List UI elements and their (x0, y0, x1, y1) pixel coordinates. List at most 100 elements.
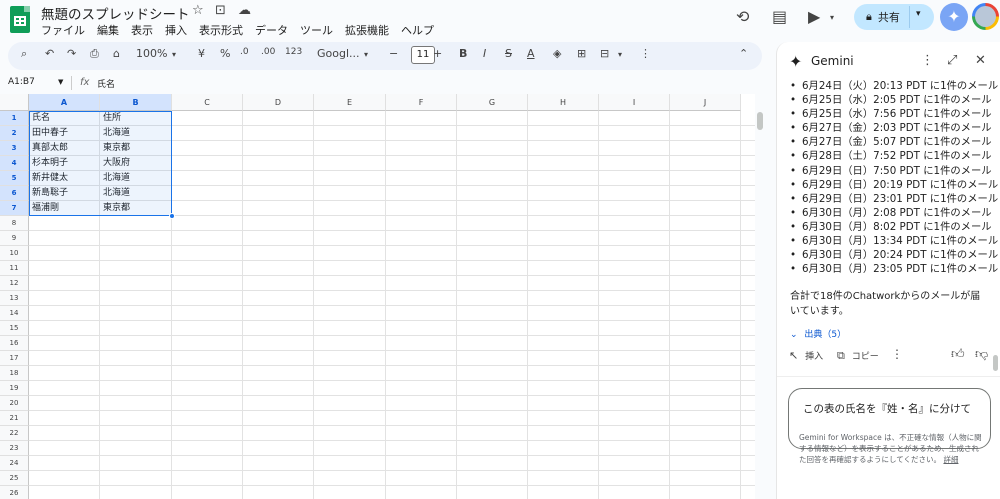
name-box-dropdown-icon[interactable]: ▼ (58, 78, 63, 86)
row-header[interactable]: 17 (0, 351, 29, 366)
search-menus-icon[interactable]: ⌕ (21, 47, 27, 61)
gemini-scrollbar[interactable] (993, 355, 998, 371)
row-header[interactable]: 23 (0, 441, 29, 456)
borders-icon[interactable]: ⊞ (577, 47, 586, 60)
number-format-button[interactable]: 123 (285, 47, 302, 57)
row-header[interactable]: 21 (0, 411, 29, 426)
share-button[interactable]: 🔒︎ 共有 (854, 4, 934, 30)
meet-dropdown-icon[interactable]: ▾ (830, 13, 834, 22)
row-header[interactable]: 10 (0, 246, 29, 261)
row-header[interactable]: 3 (0, 141, 29, 156)
document-title[interactable]: 無題のスプレッドシート (41, 3, 190, 23)
copy-button[interactable]: ⧉ コピー (837, 349, 879, 363)
row-header[interactable]: 12 (0, 276, 29, 291)
row-header[interactable]: 14 (0, 306, 29, 321)
cloud-status-icon[interactable]: ☁ (238, 3, 251, 18)
font-family-select[interactable]: Googl... (317, 47, 360, 60)
font-dropdown-icon[interactable]: ▾ (364, 50, 368, 59)
decrease-decimal-button[interactable]: .0 (240, 47, 249, 57)
close-icon[interactable]: ✕ (975, 53, 986, 68)
column-header[interactable]: J (670, 94, 741, 111)
row-header[interactable]: 20 (0, 396, 29, 411)
row-header[interactable]: 4 (0, 156, 29, 171)
row-header[interactable]: 9 (0, 231, 29, 246)
collapse-toolbar-icon[interactable]: ⌃ (739, 47, 748, 60)
sheets-logo-icon[interactable] (10, 6, 30, 33)
row-header[interactable]: 6 (0, 186, 29, 201)
expand-icon[interactable]: ⤢ (947, 53, 957, 68)
strikethrough-button[interactable]: S (505, 47, 512, 60)
disclaimer-link[interactable]: 詳細 (943, 455, 958, 464)
row-header[interactable]: 8 (0, 216, 29, 231)
row-header[interactable]: 11 (0, 261, 29, 276)
meet-icon[interactable]: ▶ (808, 7, 820, 26)
menu-item[interactable]: 拡張機能 (345, 22, 395, 38)
row-header[interactable]: 15 (0, 321, 29, 336)
italic-button[interactable]: I (483, 47, 486, 60)
row-header[interactable]: 7 (0, 201, 29, 216)
font-size-input[interactable]: 11 (411, 46, 435, 64)
row-header[interactable]: 19 (0, 381, 29, 396)
row-header[interactable]: 22 (0, 426, 29, 441)
sheet-vertical-scrollbar[interactable] (757, 112, 763, 130)
menu-item[interactable]: ヘルプ (401, 22, 440, 38)
undo-icon[interactable]: ↶ (45, 47, 54, 60)
row-header[interactable]: 26 (0, 486, 29, 499)
column-header[interactable]: G (457, 94, 528, 111)
comments-icon[interactable]: ▤ (772, 7, 787, 26)
thumbs-down-icon[interactable]: 👎︎ (975, 347, 988, 362)
row-header[interactable]: 25 (0, 471, 29, 486)
column-header[interactable]: D (243, 94, 314, 111)
zoom-select[interactable]: 100% (136, 47, 167, 60)
column-header[interactable]: A (29, 94, 100, 111)
sources-toggle[interactable]: ⌄ 出典（5） (790, 327, 846, 340)
row-header[interactable]: 5 (0, 171, 29, 186)
star-icon[interactable]: ☆ (192, 3, 204, 18)
panel-more-icon[interactable]: ⋮ (921, 53, 934, 68)
menu-item[interactable]: ツール (300, 22, 339, 38)
increase-font-size-button[interactable]: + (433, 47, 442, 60)
move-folder-icon[interactable]: ⊡ (215, 3, 226, 18)
menu-item[interactable]: 表示 (131, 22, 159, 38)
fill-color-icon[interactable]: ◈ (553, 47, 561, 60)
name-box[interactable]: A1:B7 (8, 77, 35, 87)
menu-item[interactable]: 挿入 (165, 22, 193, 38)
column-header[interactable]: F (386, 94, 457, 111)
avatar[interactable] (972, 3, 999, 30)
currency-format-button[interactable]: ¥ (198, 47, 205, 60)
insert-button[interactable]: ↖ 挿入 (789, 349, 823, 362)
redo-icon[interactable]: ↷ (67, 47, 76, 60)
more-options-icon[interactable]: ⋮ (640, 47, 651, 60)
column-header[interactable]: I (599, 94, 670, 111)
row-header[interactable]: 13 (0, 291, 29, 306)
formula-input[interactable]: 氏名 (97, 77, 115, 90)
column-header[interactable]: C (172, 94, 243, 111)
print-icon[interactable]: ⎙ (90, 47, 99, 61)
paint-format-icon[interactable]: ⌂ (113, 47, 120, 60)
share-dropdown-icon[interactable]: ▾ (916, 9, 921, 19)
column-header[interactable]: B (100, 94, 172, 111)
menu-item[interactable]: 表示形式 (199, 22, 249, 38)
zoom-dropdown-icon[interactable]: ▾ (172, 50, 176, 59)
row-header[interactable]: 18 (0, 366, 29, 381)
merge-dropdown-icon[interactable]: ▾ (618, 50, 622, 59)
menu-item[interactable]: ファイル (41, 22, 91, 38)
row-header[interactable]: 2 (0, 126, 29, 141)
history-icon[interactable]: ⟲ (736, 7, 749, 26)
column-header[interactable]: H (528, 94, 599, 111)
row-header[interactable]: 1 (0, 111, 29, 126)
text-color-button[interactable]: A (527, 47, 535, 60)
bold-button[interactable]: B (459, 47, 467, 60)
column-header[interactable]: E (314, 94, 386, 111)
gemini-button[interactable]: ✦ (940, 3, 968, 31)
select-all-corner[interactable] (0, 94, 29, 111)
row-header[interactable]: 24 (0, 456, 29, 471)
response-more-icon[interactable]: ⋮ (891, 347, 903, 361)
decrease-font-size-button[interactable]: − (389, 47, 398, 60)
menu-item[interactable]: データ (255, 22, 294, 38)
menu-item[interactable]: 編集 (97, 22, 125, 38)
merge-cells-icon[interactable]: ⊟ (600, 47, 609, 60)
row-header[interactable]: 16 (0, 336, 29, 351)
sheet-grid[interactable]: A B C D E F G H I J 1 2 3 4 5 6 7 8 9 10 11 12 13 14 15 16 17 18 19 2… (0, 94, 755, 499)
fill-handle[interactable] (169, 213, 175, 219)
